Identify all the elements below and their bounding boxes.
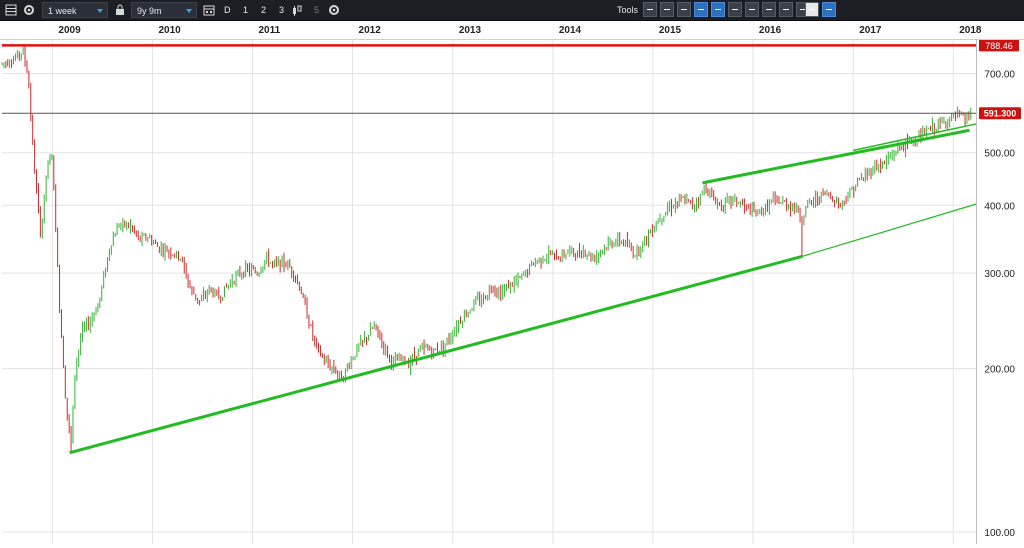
year-label: 2013 xyxy=(459,25,482,36)
year-label: 2014 xyxy=(559,25,582,36)
y-tick-label: 400.00 xyxy=(984,201,1015,212)
year-label: 2015 xyxy=(659,25,682,36)
y-tick-label: 300.00 xyxy=(984,269,1015,280)
support-trend-line-extension xyxy=(801,203,977,257)
year-label: 2017 xyxy=(859,25,882,36)
trend-lines: 788.46 591.300 xyxy=(2,39,1021,455)
resistance-price-label: 788.46 xyxy=(985,41,1013,51)
y-tick-label: 700.00 xyxy=(984,69,1015,80)
y-tick-label: 500.00 xyxy=(984,149,1015,160)
year-label: 2009 xyxy=(58,25,81,36)
last-price-label: 591.300 xyxy=(984,109,1017,119)
year-label: 2016 xyxy=(759,25,782,36)
candles xyxy=(1,44,972,453)
year-label: 2010 xyxy=(158,25,181,36)
year-label: 2018 xyxy=(959,25,982,36)
year-label: 2011 xyxy=(258,25,280,36)
price-chart[interactable]: 788.46 591.300 700.00 500.00 400.00 300.00 20… xyxy=(0,0,1024,548)
y-tick-label: 200.00 xyxy=(984,365,1015,376)
upper-trend-line xyxy=(702,128,970,185)
y-tick-label: 100.00 xyxy=(984,528,1015,539)
wedge-lower-line xyxy=(853,123,977,152)
year-label: 2012 xyxy=(359,25,382,36)
support-trend-line xyxy=(69,254,803,455)
